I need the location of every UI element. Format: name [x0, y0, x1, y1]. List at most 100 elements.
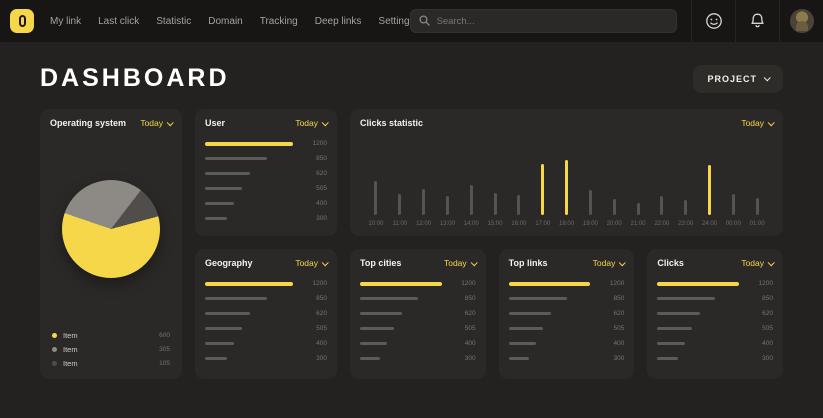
- filter-label: Today: [741, 118, 764, 128]
- hbar-row: 850: [360, 295, 476, 302]
- hbar-value: 620: [749, 310, 773, 317]
- search-icon: [419, 15, 430, 26]
- hbar-value: 850: [749, 295, 773, 302]
- hbar-value: 400: [600, 340, 624, 347]
- hbar-row: 300: [205, 215, 327, 222]
- legend-row: Item105: [52, 359, 170, 368]
- pie-chart: [62, 180, 160, 278]
- card-title: Top links: [509, 258, 548, 268]
- hbar-bar: [360, 282, 442, 286]
- chevron-down-icon: [764, 74, 771, 81]
- feedback-button[interactable]: [691, 0, 735, 42]
- hbar-chart: 1200850620505400300: [509, 280, 625, 362]
- legend-dot-icon: [52, 347, 57, 352]
- pie-chart-wrap: [50, 128, 172, 329]
- vbar-label: 22:00: [654, 221, 669, 227]
- hbar-value: 505: [452, 325, 476, 332]
- vbar-label: 16:00: [511, 221, 526, 227]
- hbar-value: 620: [303, 170, 327, 177]
- vbar: [613, 199, 616, 215]
- hbar-value: 850: [303, 295, 327, 302]
- vbar: [589, 190, 592, 215]
- vbar-column: 12:00: [412, 138, 436, 227]
- card-title: Clicks: [657, 258, 684, 268]
- app-logo[interactable]: [10, 9, 34, 33]
- search-input[interactable]: [410, 9, 677, 33]
- chevron-down-icon: [768, 119, 775, 126]
- hbar-row: 400: [657, 340, 773, 347]
- hbar-value: 300: [452, 355, 476, 362]
- pie-legend: Item600Item305Item105: [50, 329, 172, 370]
- vbar-column: 15:00: [483, 138, 507, 227]
- hbar-row: 620: [657, 310, 773, 317]
- nav-link[interactable]: My link: [50, 16, 81, 27]
- hbar-row: 300: [657, 355, 773, 362]
- hbar-bar: [509, 297, 567, 300]
- today-filter[interactable]: Today: [741, 118, 773, 128]
- hbar-bar: [205, 142, 293, 146]
- hbar-bar: [657, 342, 684, 345]
- filter-label: Today: [295, 258, 318, 268]
- hbar-bar: [509, 282, 591, 286]
- nav-link[interactable]: Statistic: [156, 16, 191, 27]
- hbar-row: 505: [205, 185, 327, 192]
- card-top-links: Top links Today 1200850620505400300: [499, 249, 635, 379]
- hbar-row: 400: [360, 340, 476, 347]
- project-dropdown[interactable]: PROJECT: [693, 65, 783, 93]
- vbar-label: 14:00: [464, 221, 479, 227]
- hbar-value: 1200: [303, 140, 327, 147]
- hbar-value: 505: [749, 325, 773, 332]
- filter-label: Today: [295, 118, 318, 128]
- vbar: [732, 194, 735, 215]
- filter-label: Today: [140, 118, 163, 128]
- hbar-row: 1200: [205, 140, 327, 147]
- card-title: Clicks statistic: [360, 118, 423, 128]
- hbar-bar: [509, 327, 543, 330]
- today-filter[interactable]: Today: [140, 118, 172, 128]
- card-clicks: Clicks Today 1200 850 620 505 400 300: [647, 249, 783, 379]
- today-filter[interactable]: Today: [295, 118, 327, 128]
- hbar-row: 300: [509, 355, 625, 362]
- today-filter[interactable]: Today: [593, 258, 625, 268]
- hbar-row: 505: [360, 325, 476, 332]
- today-filter[interactable]: Today: [444, 258, 476, 268]
- avatar: [790, 9, 814, 33]
- vbar-column: 10:00: [364, 138, 388, 227]
- vbar-column: 22:00: [650, 138, 674, 227]
- hbar-bar: [657, 297, 715, 300]
- nav-link[interactable]: Deep links: [315, 16, 362, 27]
- vbar: [422, 189, 425, 215]
- hbar-value: 505: [600, 325, 624, 332]
- hbar-bar: [657, 357, 677, 360]
- nav-link[interactable]: Tracking: [260, 16, 298, 27]
- chevron-down-icon: [167, 119, 174, 126]
- vbar: [446, 196, 449, 215]
- today-filter[interactable]: Today: [741, 258, 773, 268]
- nav-link[interactable]: Setting: [378, 16, 409, 27]
- vbar-label: 01:00: [750, 221, 765, 227]
- hbar-chart: 1200850620505400300: [205, 280, 327, 362]
- vbar-label: 00:00: [726, 221, 741, 227]
- hbar-bar: [205, 342, 234, 345]
- chevron-down-icon: [322, 259, 329, 266]
- vbar-column: 18:00: [555, 138, 579, 227]
- today-filter[interactable]: Today: [295, 258, 327, 268]
- profile-button[interactable]: [779, 0, 823, 42]
- vbar-column: 11:00: [388, 138, 412, 227]
- hbar-value: 620: [600, 310, 624, 317]
- hbar-value: 850: [600, 295, 624, 302]
- hbar-row: 1200: [657, 280, 773, 287]
- hbar-value: 300: [600, 355, 624, 362]
- hbar-value: 850: [303, 155, 327, 162]
- notifications-button[interactable]: [735, 0, 779, 42]
- filter-label: Today: [741, 258, 764, 268]
- vbar: [660, 196, 663, 215]
- nav-link[interactable]: Domain: [208, 16, 242, 27]
- hbar-row: 850: [657, 295, 773, 302]
- nav-link[interactable]: Last click: [98, 16, 139, 27]
- legend-label: Item: [63, 331, 78, 340]
- vbar-label: 12:00: [416, 221, 431, 227]
- hbar-bar: [509, 312, 551, 315]
- vbar-column: 14:00: [459, 138, 483, 227]
- hbar-value: 400: [303, 200, 327, 207]
